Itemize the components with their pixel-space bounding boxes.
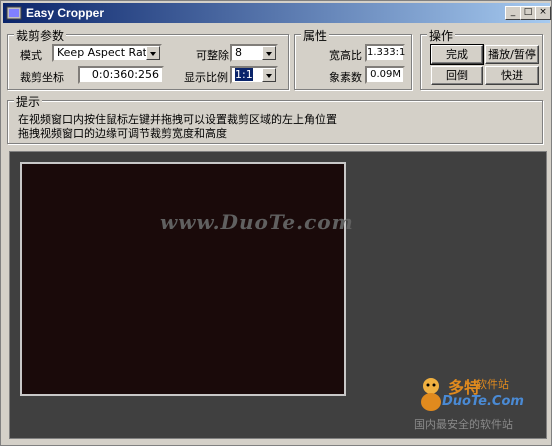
chevron-down-icon[interactable] xyxy=(262,46,276,60)
actions-label: 操作 xyxy=(427,27,456,44)
actions-group: 操作 完成 播放/暂停 回倒 快进 xyxy=(420,27,543,90)
rewind-button[interactable]: 回倒 xyxy=(431,66,483,85)
title-bar[interactable]: Easy Cropper _ □ × xyxy=(3,3,551,23)
play-pause-button[interactable]: 播放/暂停 xyxy=(485,45,539,64)
pixels-label: 象素数 xyxy=(329,71,362,84)
maximize-button[interactable]: □ xyxy=(520,6,536,20)
hint-line-2: 拖拽视频窗口的边缘可调节裁剪宽度和高度 xyxy=(18,127,227,140)
coords-label: 裁剪坐标 xyxy=(20,71,64,84)
chevron-down-icon[interactable] xyxy=(262,68,276,82)
divisible-select[interactable]: 8 xyxy=(230,44,278,62)
display-ratio-value: 1:1 xyxy=(235,68,253,81)
logo-cn-small-text: 软件站 xyxy=(476,378,509,391)
aspect-label: 宽高比 xyxy=(329,49,362,62)
crop-params-label: 裁剪参数 xyxy=(14,27,67,44)
display-ratio-select[interactable]: 1:1 xyxy=(230,66,278,84)
pixels-value: 0.09M xyxy=(365,66,405,84)
logo-domain-text: DuoTe.Com xyxy=(442,394,524,409)
hints-group: 提示 在视频窗口内按住鼠标左键并拖拽可以设置裁剪区域的左上角位置 拖拽视频窗口的… xyxy=(7,93,543,144)
mode-value: Keep Aspect Ratio xyxy=(57,46,157,59)
chevron-down-icon[interactable] xyxy=(146,46,160,60)
center-watermark: www.DuoTe.com xyxy=(160,210,354,234)
crop-params-group: 裁剪参数 模式 Keep Aspect Ratio 可整除 8 裁剪坐标 0:0… xyxy=(7,27,289,90)
window-title: Easy Cropper xyxy=(26,6,105,20)
logo-slogan-text: 国内最安全的软件站 xyxy=(414,418,513,431)
coords-field[interactable]: 0:0:360:256 xyxy=(78,66,164,84)
site-logo: 多特 软件站 DuoTe.Com 国内最安全的软件站 xyxy=(412,374,540,434)
mode-label: 模式 xyxy=(20,49,42,62)
aspect-value: 1.333:1 xyxy=(365,44,405,62)
properties-label: 属性 xyxy=(301,27,330,44)
app-window: Easy Cropper _ □ × 裁剪参数 模式 Keep Aspect R… xyxy=(0,0,552,446)
video-area[interactable]: www.DuoTe.com 多特 软件站 DuoTe.Com 国内最安全的软件站 xyxy=(9,151,547,439)
app-icon xyxy=(6,6,22,20)
hints-label: 提示 xyxy=(14,93,43,110)
done-button[interactable]: 完成 xyxy=(430,44,484,65)
mode-select[interactable]: Keep Aspect Ratio xyxy=(52,44,162,62)
close-button[interactable]: × xyxy=(535,6,551,20)
divisible-value: 8 xyxy=(235,46,242,59)
minimize-button[interactable]: _ xyxy=(505,6,521,20)
divisible-label: 可整除 xyxy=(196,49,229,62)
video-crop-frame[interactable] xyxy=(20,162,346,396)
display-ratio-label: 显示比例 xyxy=(184,71,228,84)
fast-forward-button[interactable]: 快进 xyxy=(485,66,539,85)
properties-group: 属性 宽高比 1.333:1 象素数 0.09M xyxy=(294,27,412,90)
